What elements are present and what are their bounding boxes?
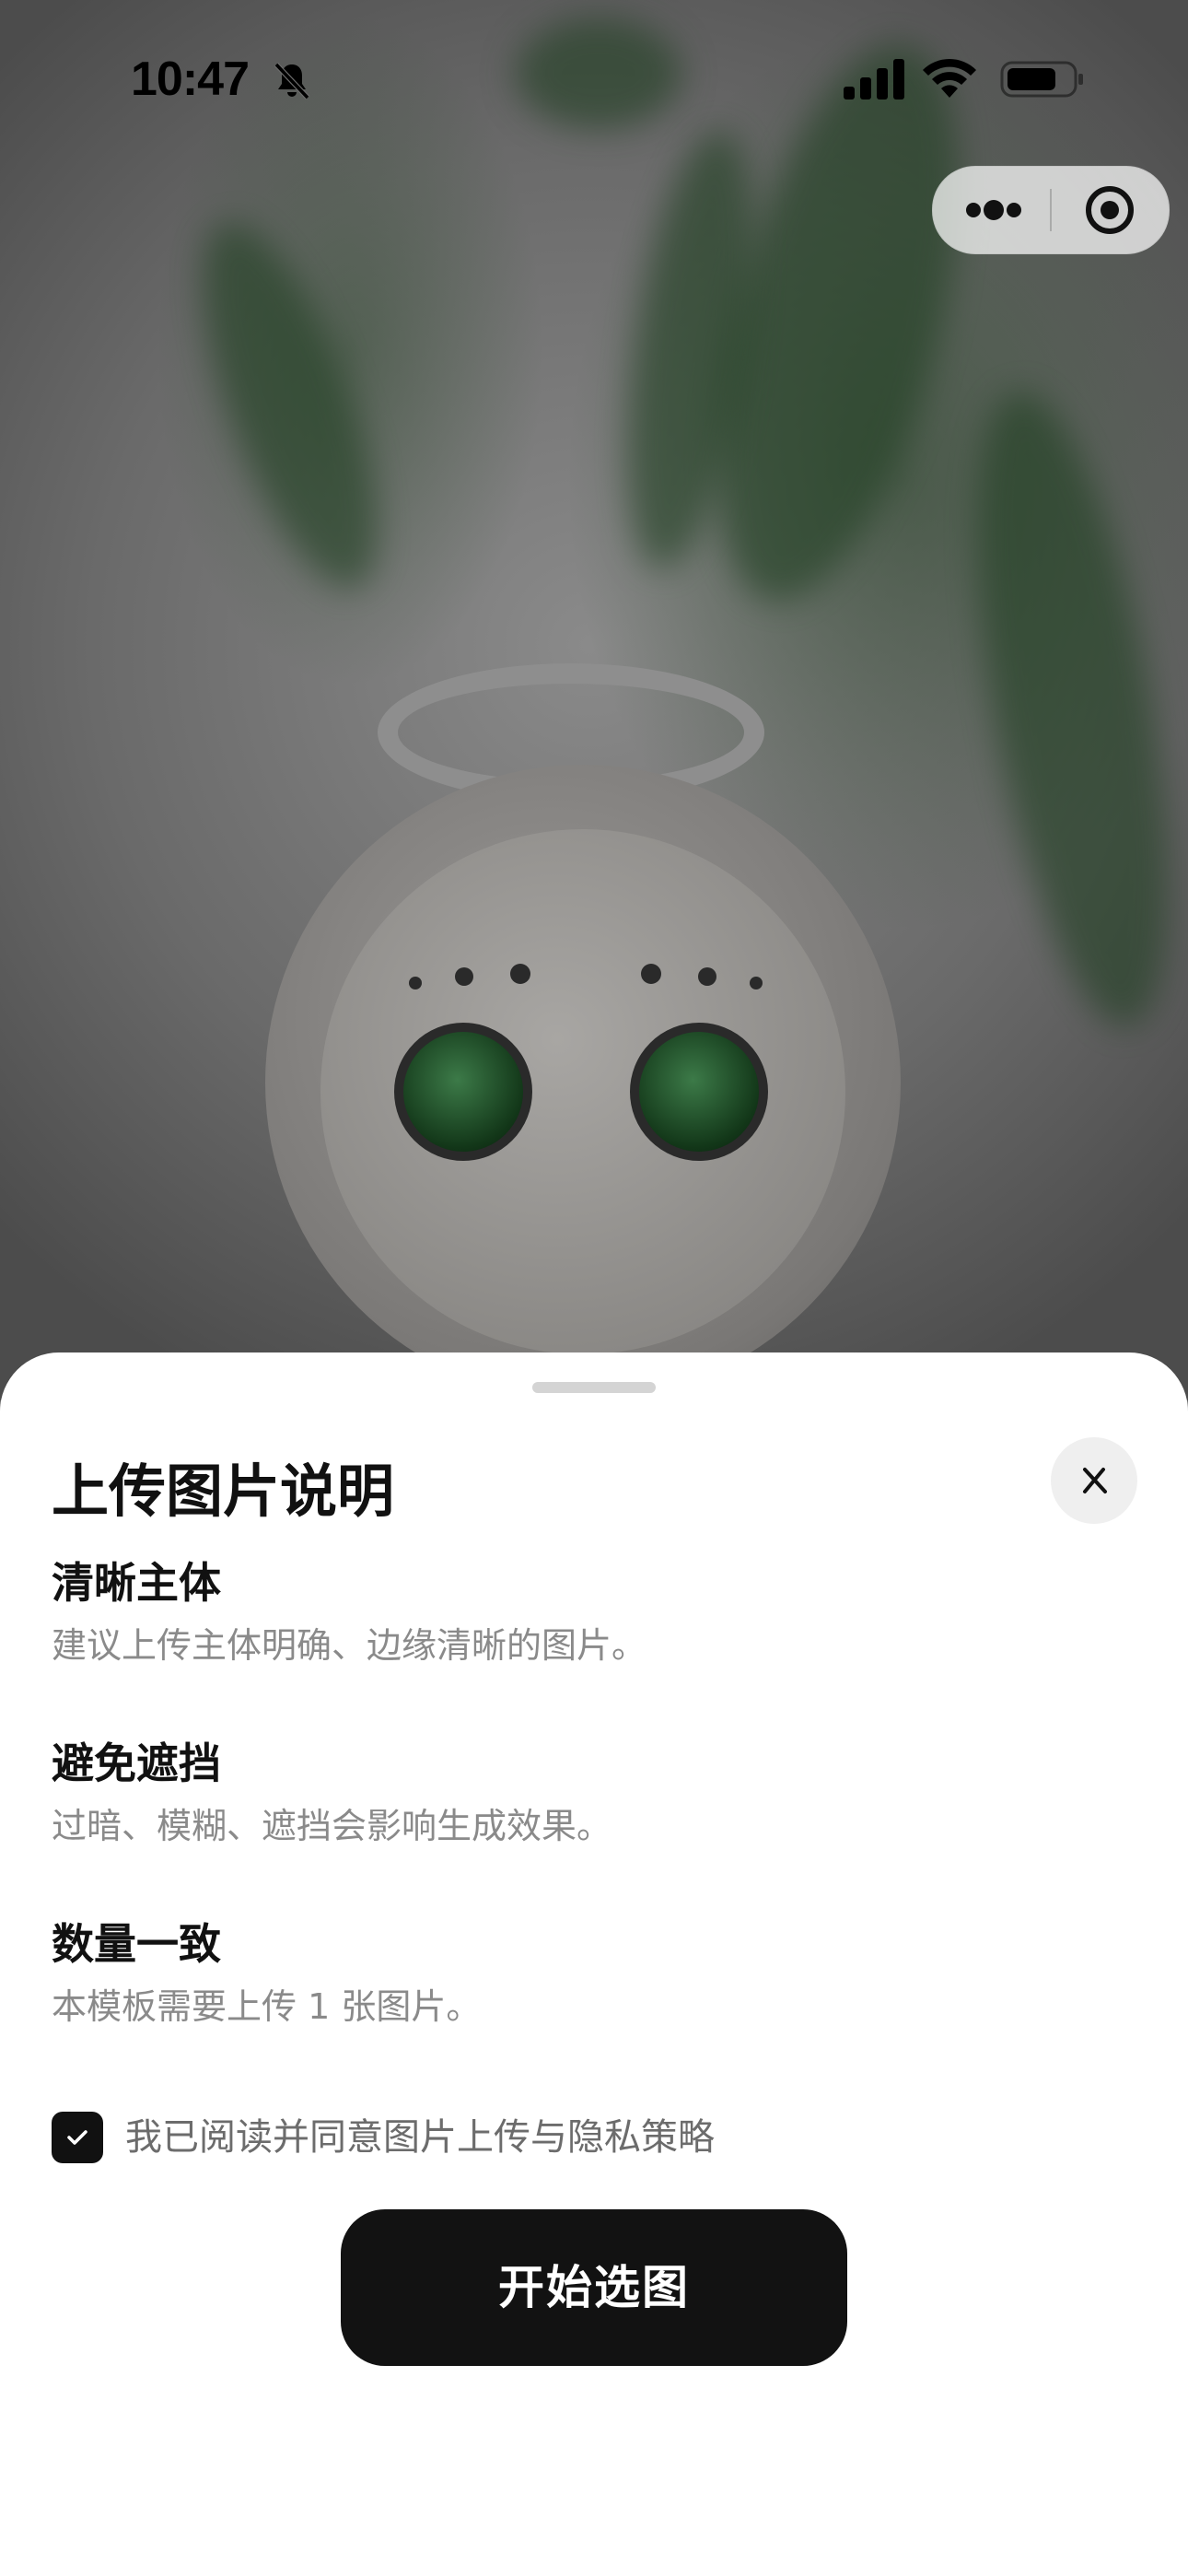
section-count-match: 数量一致 本模板需要上传 1 张图片。 [52,1916,481,2031]
screen: 10:47 上传图片说明 清晰主体 建议上传主体明确、边缘清晰的图片。 避免遮挡… [0,0,1188,2576]
section-avoid-occlusion: 避免遮挡 过暗、模糊、遮挡会影响生成效果。 [52,1736,611,1850]
sheet-title: 上传图片说明 [52,1458,395,1525]
status-time: 10:47 [131,53,250,106]
wifi-icon [923,58,976,98]
section-heading: 数量一致 [52,1919,221,1969]
section-clear-subject: 清晰主体 建议上传主体明确、边缘清晰的图片。 [52,1555,646,1669]
robot-figure [265,765,901,1400]
section-text: 本模板需要上传 1 张图片。 [52,1986,482,2027]
sheet-grabber[interactable] [532,1382,656,1393]
checkmark-icon [67,2130,87,2145]
agreement-label[interactable]: 我已阅读并同意图片上传与隐私策略 [125,2113,715,2161]
bell-slash-icon [274,62,310,100]
section-text: 建议上传主体明确、边缘清晰的图片。 [52,1625,647,1666]
more-button[interactable] [933,167,1051,253]
capsule-divider [1050,189,1052,231]
close-icon [1083,1468,1107,1493]
exit-miniprogram-button[interactable] [1053,167,1169,253]
agreement-checkbox[interactable] [52,2112,103,2163]
robot-right-eye [630,1023,768,1161]
robot-left-eye [394,1023,532,1161]
record-target-icon [1086,186,1134,234]
section-text: 过暗、模糊、遮挡会影响生成效果。 [52,1806,612,1846]
close-button[interactable] [1051,1437,1137,1524]
upload-instructions-sheet: 上传图片说明 清晰主体 建议上传主体明确、边缘清晰的图片。 避免遮挡 过暗、模糊… [0,1352,1188,2576]
section-heading: 清晰主体 [52,1558,221,1608]
more-dots-icon [966,200,1021,220]
section-heading: 避免遮挡 [52,1739,221,1788]
cellular-signal-icon [844,59,904,100]
status-bar: 10:47 [0,0,1188,157]
miniprogram-capsule [932,166,1170,254]
start-select-image-button[interactable]: 开始选图 [341,2209,847,2366]
battery-icon [1000,61,1083,98]
